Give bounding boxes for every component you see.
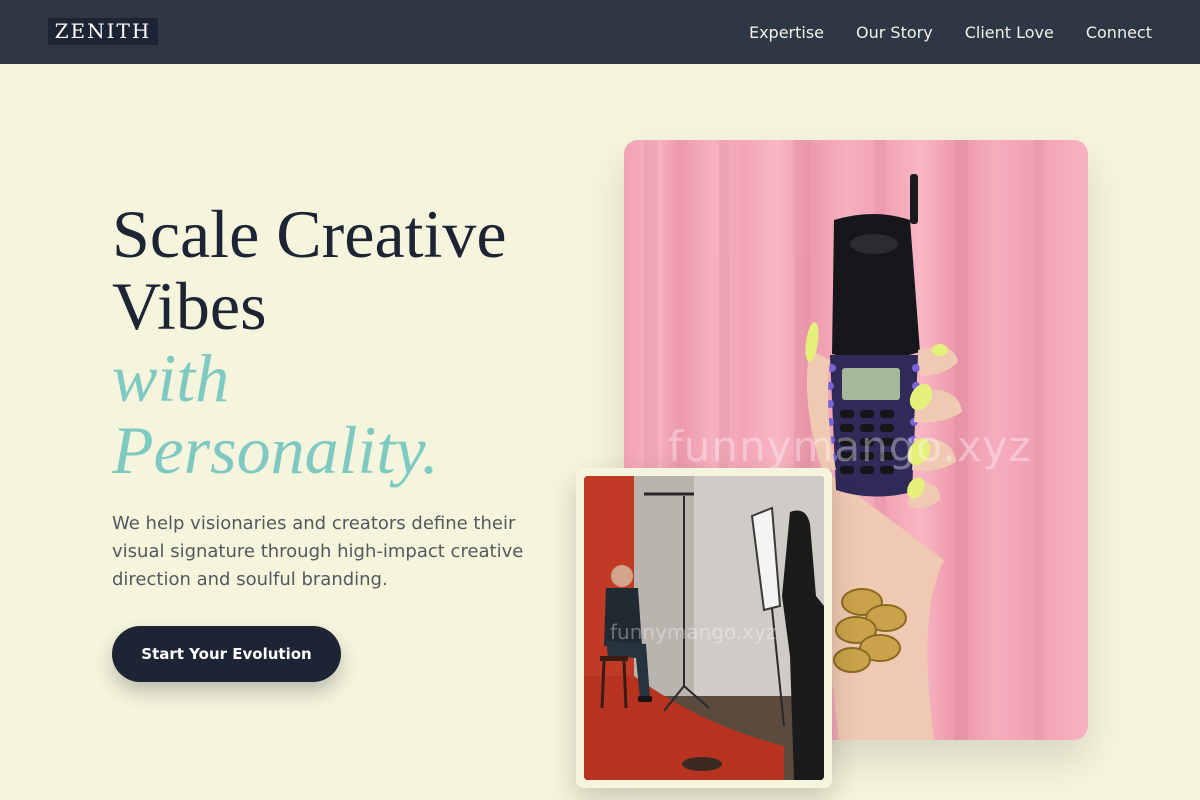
studio-photo: funnymango.xyz [584, 476, 824, 780]
nav-links: Expertise Our Story Client Love Connect [749, 0, 1152, 64]
start-evolution-button[interactable]: Start Your Evolution [112, 626, 341, 682]
nav-link-expertise[interactable]: Expertise [749, 23, 824, 42]
headline-line-2: Vibes [112, 268, 267, 344]
secondary-image-watermark: funnymango.xyz [610, 620, 777, 644]
brand-logo[interactable]: ZENITH [48, 18, 158, 45]
hero-subtext: We help visionaries and creators define … [112, 513, 524, 590]
nav-link-our-story[interactable]: Our Story [856, 23, 933, 42]
hero-headline: Scale Creative Vibes with Personality. [112, 198, 582, 486]
nav-link-client-love[interactable]: Client Love [965, 23, 1054, 42]
headline-accent-line-1: with [112, 340, 230, 416]
secondary-image-card: funnymango.xyz [576, 468, 832, 788]
nav-link-connect[interactable]: Connect [1086, 23, 1152, 42]
headline-accent-line-2: Personality. [112, 412, 439, 488]
main-image-watermark: funnymango.xyz [668, 422, 1032, 471]
headline-line-1: Scale Creative [112, 196, 507, 272]
top-navigation: ZENITH Expertise Our Story Client Love C… [0, 0, 1200, 64]
